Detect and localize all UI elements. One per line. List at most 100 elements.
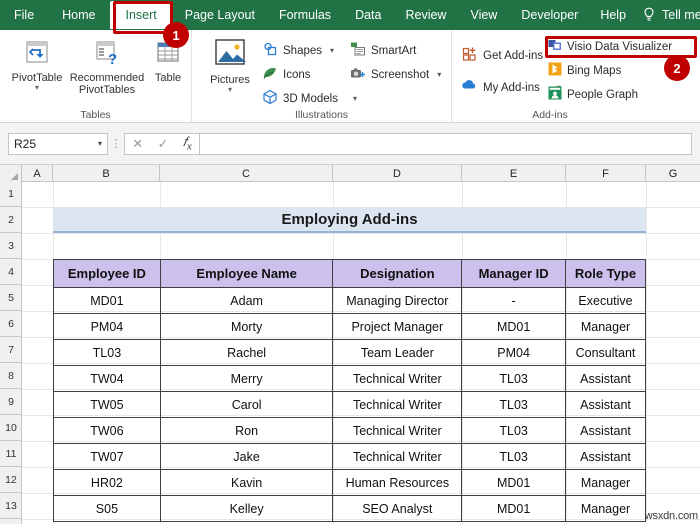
tab-developer[interactable]: Developer — [509, 1, 590, 29]
cell-role-type[interactable]: Assistant — [565, 417, 646, 444]
cell-employee-id[interactable]: TW07 — [53, 443, 161, 470]
recommended-pivottables-button[interactable]: ? Recommended PivotTables — [66, 40, 148, 96]
pictures-button[interactable]: Pictures ▾ — [200, 38, 260, 94]
fx-icon[interactable]: 𝑓x — [183, 134, 192, 153]
shapes-button[interactable]: Shapes ▾ — [262, 41, 334, 60]
tab-page-layout[interactable]: Page Layout — [173, 1, 267, 29]
tell-me-box[interactable]: Tell me — [642, 1, 700, 29]
cell-role-type[interactable]: Assistant — [565, 365, 646, 392]
cell-employee-id[interactable]: MD01 — [53, 287, 161, 314]
cell-manager-id[interactable]: TL03 — [461, 417, 567, 444]
formula-input[interactable] — [200, 132, 692, 155]
pivottable-button[interactable]: PivotTable ▾ — [4, 40, 70, 92]
cell-employee-id[interactable]: S05 — [53, 495, 161, 522]
cell-role-type[interactable]: Consultant — [565, 339, 646, 366]
cell-employee-name[interactable]: Merry — [159, 365, 334, 392]
tab-review[interactable]: Review — [393, 1, 458, 29]
row-header-7[interactable]: 7 — [0, 337, 22, 363]
cell-role-type[interactable]: Manager — [565, 469, 646, 496]
cell-manager-id[interactable]: MD01 — [461, 495, 567, 522]
cell-employee-name[interactable]: Jake — [159, 443, 334, 470]
cell-employee-id[interactable]: HR02 — [53, 469, 161, 496]
cell-designation[interactable]: SEO Analyst — [332, 495, 463, 522]
cell-role-type[interactable]: Manager — [565, 495, 646, 522]
shapes-caret-icon[interactable]: ▾ — [330, 46, 334, 55]
cell-manager-id[interactable]: - — [461, 287, 567, 314]
col-header-role-type[interactable]: Role Type — [565, 259, 646, 288]
chevron-down-icon[interactable]: ▾ — [98, 139, 102, 148]
cell-employee-id[interactable]: TL03 — [53, 339, 161, 366]
row-header-9[interactable]: 9 — [0, 389, 22, 415]
cell-manager-id[interactable]: PM04 — [461, 339, 567, 366]
tab-insert[interactable]: Insert — [109, 1, 173, 29]
cell-employee-name[interactable]: Morty — [159, 313, 334, 340]
screenshot-button[interactable]: Screenshot ▾ — [350, 65, 441, 84]
check-icon[interactable]: ✓ — [158, 136, 169, 152]
cell-designation[interactable]: Project Manager — [332, 313, 463, 340]
tab-formulas[interactable]: Formulas — [267, 1, 343, 29]
cell-designation[interactable]: Human Resources — [332, 469, 463, 496]
cell-manager-id[interactable]: TL03 — [461, 365, 567, 392]
cell-employee-name[interactable]: Ron — [159, 417, 334, 444]
row-header-8[interactable]: 8 — [0, 363, 22, 389]
tab-help[interactable]: Help — [590, 1, 636, 29]
cell-employee-id[interactable]: TW05 — [53, 391, 161, 418]
row-header-3[interactable]: 3 — [0, 233, 22, 259]
col-header-designation[interactable]: Designation — [332, 259, 463, 288]
row-header-4[interactable]: 4 — [0, 259, 22, 285]
col-header-manager-id[interactable]: Manager ID — [461, 259, 567, 288]
get-add-ins-button[interactable]: Get Add-ins — [462, 46, 543, 65]
cell-manager-id[interactable]: TL03 — [461, 391, 567, 418]
tab-data[interactable]: Data — [343, 1, 393, 29]
col-header-employee-name[interactable]: Employee Name — [159, 259, 334, 288]
cell-employee-id[interactable]: PM04 — [53, 313, 161, 340]
col-header-employee-id[interactable]: Employee ID — [53, 259, 161, 288]
cell-employee-name[interactable]: Kavin — [159, 469, 334, 496]
cell-employee-id[interactable]: TW04 — [53, 365, 161, 392]
column-header-e[interactable]: E — [462, 165, 566, 182]
tab-home[interactable]: Home — [48, 1, 109, 29]
pictures-caret-icon[interactable]: ▾ — [228, 86, 232, 94]
cell-employee-name[interactable]: Rachel — [159, 339, 334, 366]
cell-employee-name[interactable]: Carol — [159, 391, 334, 418]
column-header-f[interactable]: F — [566, 165, 646, 182]
row-header-2[interactable]: 2 — [0, 207, 22, 233]
cell-designation[interactable]: Managing Director — [332, 287, 463, 314]
cell-role-type[interactable]: Assistant — [565, 443, 646, 470]
formula-bar-handle[interactable]: ⋮ — [108, 137, 124, 150]
sheet-title-cell[interactable]: Employing Add-ins — [53, 207, 646, 233]
cell-employee-name[interactable]: Kelley — [159, 495, 334, 522]
screenshot-caret-icon[interactable]: ▾ — [437, 70, 441, 79]
cell-designation[interactable]: Technical Writer — [332, 365, 463, 392]
cell-manager-id[interactable]: MD01 — [461, 313, 567, 340]
column-header-a[interactable]: A — [22, 165, 53, 182]
3d-models-button[interactable]: 3D Models ▾ — [262, 89, 357, 108]
name-box[interactable]: R25 ▾ — [8, 132, 108, 155]
table-button[interactable]: Table — [146, 40, 190, 84]
cell-designation[interactable]: Technical Writer — [332, 417, 463, 444]
cell-employee-id[interactable]: TW06 — [53, 417, 161, 444]
cell-designation[interactable]: Technical Writer — [332, 443, 463, 470]
row-header-11[interactable]: 11 — [0, 441, 22, 467]
3d-models-caret-icon[interactable]: ▾ — [353, 94, 357, 103]
column-header-c[interactable]: C — [160, 165, 333, 182]
cell-role-type[interactable]: Executive — [565, 287, 646, 314]
row-header-10[interactable]: 10 — [0, 415, 22, 441]
select-all-corner[interactable] — [0, 165, 22, 182]
cell-role-type[interactable]: Manager — [565, 313, 646, 340]
pivottable-caret-icon[interactable]: ▾ — [35, 84, 39, 92]
cell-role-type[interactable]: Assistant — [565, 391, 646, 418]
row-header-1[interactable]: 1 — [0, 182, 22, 207]
tab-view[interactable]: View — [458, 1, 509, 29]
cancel-icon[interactable]: ✕ — [132, 136, 143, 152]
row-header-12[interactable]: 12 — [0, 467, 22, 493]
visio-data-visualizer-button[interactable]: Visio Data Visualizer — [548, 38, 672, 55]
my-add-ins-button[interactable]: My Add-ins ▾ — [462, 78, 561, 97]
column-header-g[interactable]: G — [646, 165, 700, 182]
row-header-6[interactable]: 6 — [0, 311, 22, 337]
column-header-d[interactable]: D — [333, 165, 462, 182]
icons-button[interactable]: Icons — [262, 65, 311, 84]
bing-maps-button[interactable]: Bing Maps — [548, 62, 621, 79]
row-header-5[interactable]: 5 — [0, 285, 22, 311]
cell-manager-id[interactable]: MD01 — [461, 469, 567, 496]
